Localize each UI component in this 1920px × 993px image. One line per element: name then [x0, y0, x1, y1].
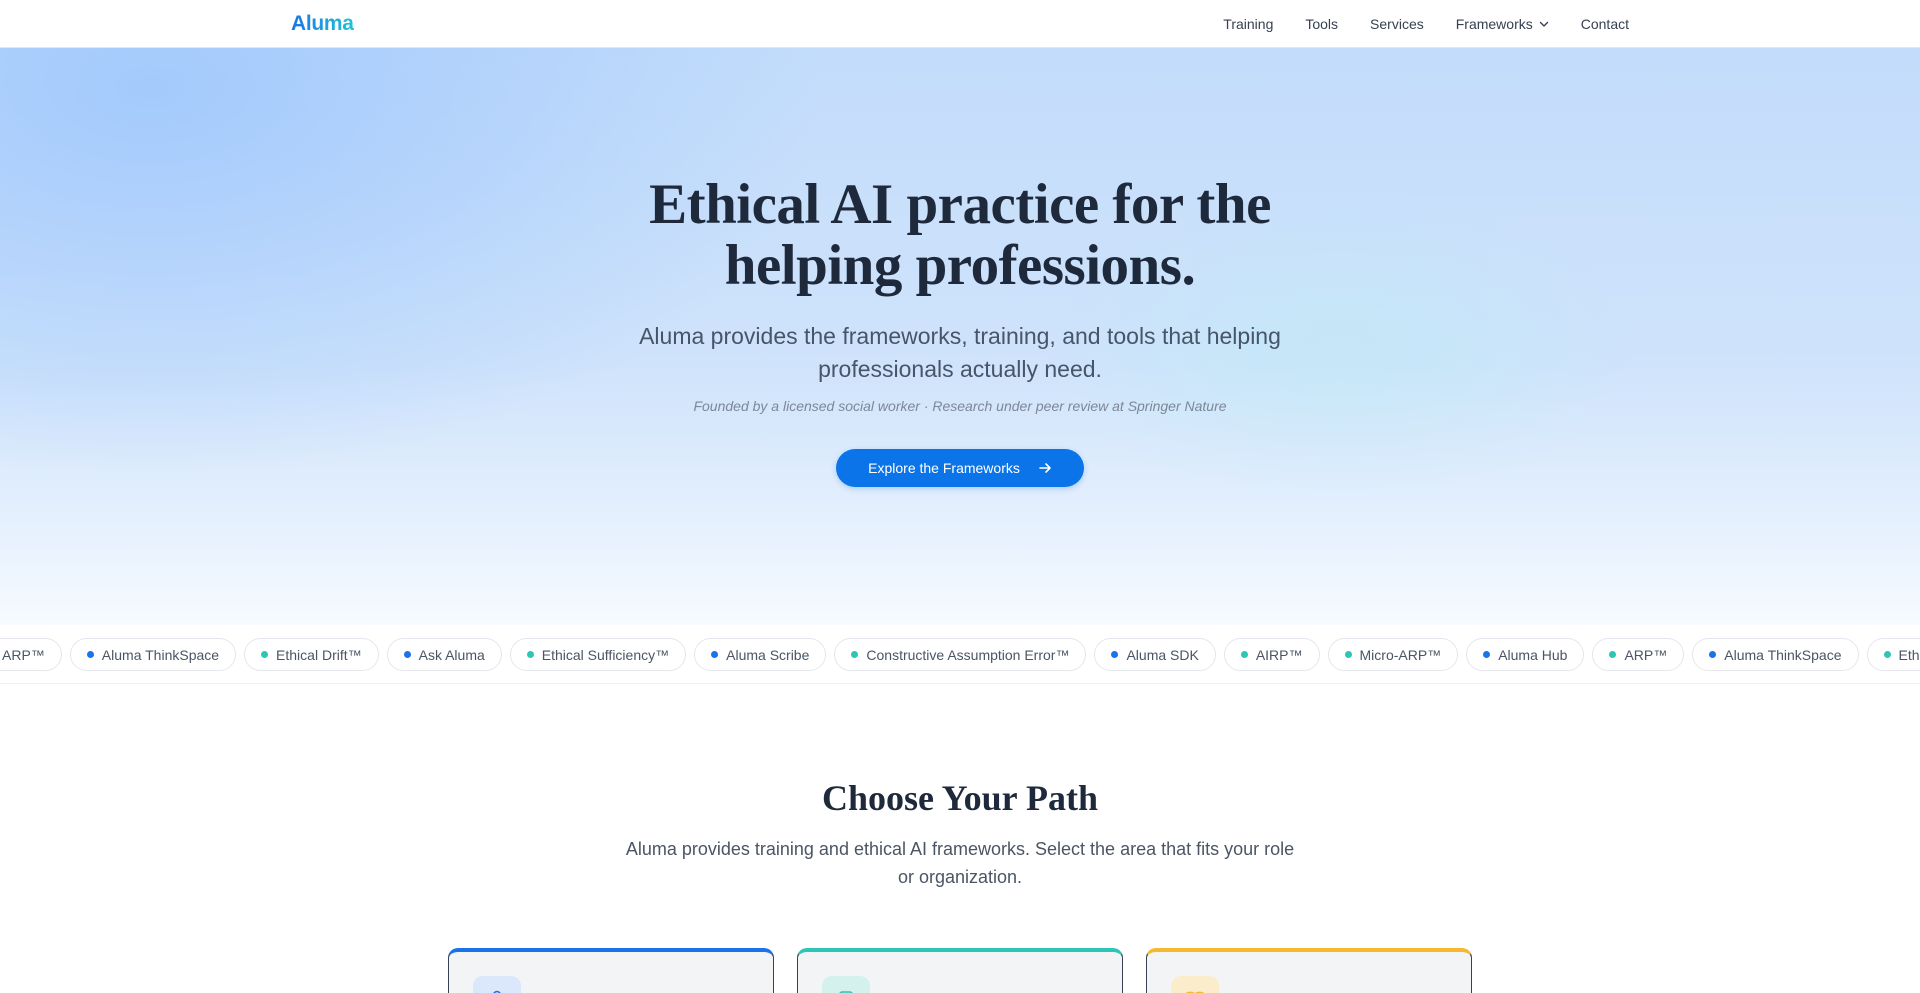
path-card-3[interactable] [1146, 948, 1472, 993]
path-card-2[interactable] [797, 948, 1123, 993]
top-nav: Aluma Training Tools Services Frameworks… [0, 0, 1920, 48]
ticker-pill-label: Ethical Drift™ [276, 646, 362, 663]
ticker-pill[interactable]: Aluma SDK [1094, 638, 1216, 671]
ticker-pill[interactable]: ARP™ [0, 638, 62, 671]
hero-subtitle: Aluma provides the frameworks, training,… [639, 323, 1281, 382]
framework-ticker: ARP™ Aluma ThinkSpace Ethical Drift™ Ask Al… [0, 625, 1920, 684]
ticker-pill-label: Ethical Drift™ [1898, 646, 1920, 663]
dot-icon [1240, 651, 1248, 658]
book-icon [1186, 991, 1204, 993]
explore-frameworks-button[interactable]: Explore the Frameworks [836, 449, 1084, 487]
dot-icon [1111, 651, 1119, 658]
ticker-pill[interactable]: ARP™ [1592, 638, 1685, 671]
ticker-pill-label: AIRP™ [1255, 646, 1303, 663]
nav-link-contact[interactable]: Contact [1581, 16, 1629, 32]
dot-icon [711, 651, 719, 658]
dot-icon [526, 651, 534, 658]
ticker-pill[interactable]: Ethical Sufficiency™ [509, 638, 687, 671]
dot-icon [1483, 651, 1491, 658]
ticker-pill-label: ARP™ [1624, 646, 1668, 663]
ticker-pill[interactable]: Aluma ThinkSpace [1692, 638, 1859, 671]
dot-icon [1609, 651, 1617, 658]
ticker-pill[interactable]: Ask Aluma [386, 638, 502, 671]
ticker-pill[interactable]: Constructive Assumption Error™ [834, 638, 1087, 671]
nav-link-frameworks[interactable]: Frameworks [1456, 16, 1549, 32]
chevron-down-icon [1539, 21, 1548, 27]
arrow-right-icon [1039, 463, 1051, 473]
ticker-pill-label: Aluma Hub [1498, 646, 1568, 663]
nav-link-training[interactable]: Training [1223, 16, 1273, 32]
ticker-pill-label: Aluma Scribe [726, 646, 810, 663]
ticker-pill[interactable]: Aluma Scribe [694, 638, 827, 671]
explore-frameworks-label: Explore the Frameworks [868, 460, 1020, 476]
ticker-pill-label: Aluma SDK [1126, 646, 1199, 663]
hero-section: Ethical AI practice for the helping prof… [0, 48, 1920, 625]
path-card-icon-2 [822, 976, 870, 993]
ticker-pill-label: Ethical Sufficiency™ [541, 646, 670, 663]
ticker-pill-label: Constructive Assumption Error™ [866, 646, 1070, 663]
logo[interactable]: Aluma [291, 12, 354, 36]
nav-link-services[interactable]: Services [1370, 16, 1424, 32]
dot-icon [86, 651, 94, 658]
tool-icon [839, 991, 853, 993]
dot-icon [1344, 651, 1352, 658]
ticker-pill[interactable]: AIRP™ [1223, 638, 1320, 671]
hero-title-line-1: Ethical AI practice for the [649, 173, 1271, 236]
nav-link-tools[interactable]: Tools [1305, 16, 1338, 32]
dot-icon [851, 651, 859, 658]
hero-title: Ethical AI practice for the helping prof… [0, 174, 1920, 296]
dot-icon [261, 651, 269, 658]
hero-title-line-2: helping professions. [724, 234, 1196, 297]
ticker-pill-label: ARP™ [2, 646, 45, 663]
ticker-track: ARP™ Aluma ThinkSpace Ethical Drift™ Ask Al… [0, 638, 1920, 671]
path-card-icon-3 [1171, 976, 1219, 993]
ticker-pill-label: Aluma ThinkSpace [1724, 646, 1842, 663]
user-icon [493, 990, 501, 993]
path-subtitle: Aluma provides training and ethical AI f… [625, 839, 1295, 887]
path-title: Choose Your Path [821, 778, 1099, 818]
ticker-pill[interactable]: Ethical Drift™ [244, 638, 379, 671]
dot-icon [403, 651, 411, 658]
ticker-pill-label: Micro-ARP™ [1359, 646, 1442, 663]
dot-icon [1883, 651, 1891, 658]
ticker-pill[interactable]: Ethical Drift™ [1866, 638, 1920, 671]
ticker-pill[interactable]: Micro-ARP™ [1327, 638, 1459, 671]
ticker-pill-label: Aluma ThinkSpace [101, 646, 220, 663]
ticker-pill-label: Ask Aluma [418, 646, 485, 663]
path-card-1[interactable] [448, 948, 774, 993]
nav-links: Training Tools Services Frameworks Conta… [1223, 0, 1629, 48]
dot-icon [1709, 651, 1717, 658]
nav-link-frameworks-label: Frameworks [1455, 16, 1533, 32]
hero-note: Founded by a licensed social worker · Re… [693, 398, 1227, 414]
path-card-icon-1 [473, 976, 521, 993]
ticker-pill[interactable]: Aluma ThinkSpace [69, 638, 237, 671]
ticker-pill[interactable]: Aluma Hub [1466, 638, 1585, 671]
